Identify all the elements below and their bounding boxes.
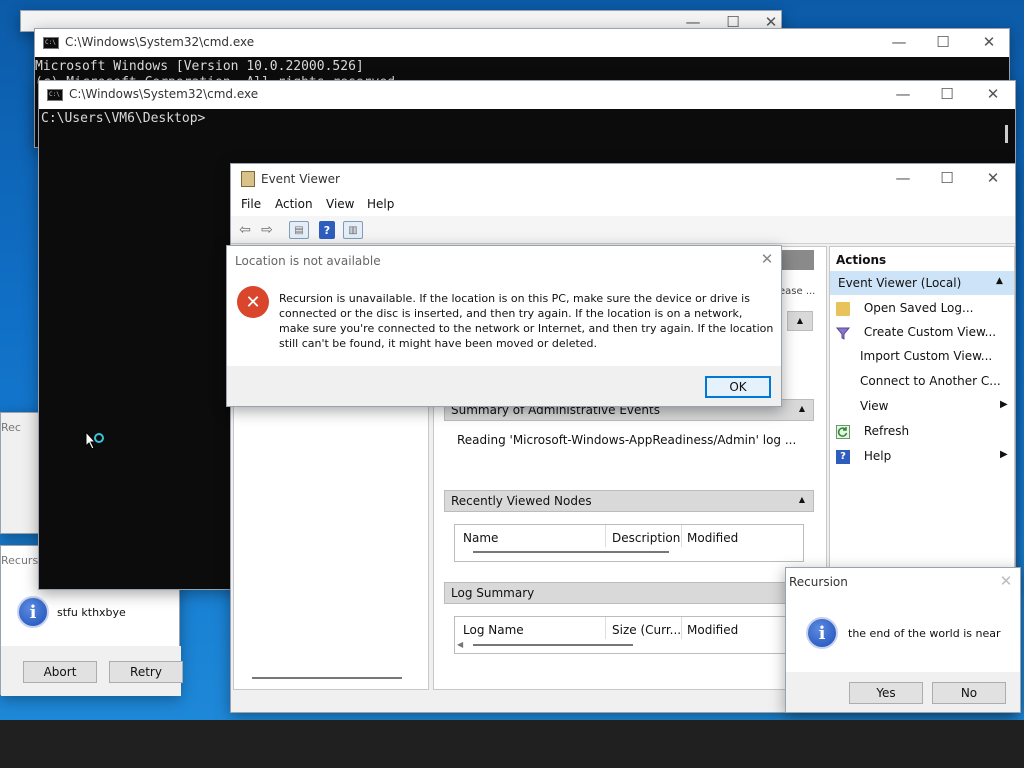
- folder-icon: [836, 301, 850, 316]
- action-label: View: [860, 399, 889, 413]
- action-create-custom-view[interactable]: Create Custom View...: [835, 325, 997, 340]
- column-header-description[interactable]: Description: [612, 531, 680, 545]
- collapse-arrow-icon: ▲: [798, 404, 805, 413]
- minimize-icon[interactable]: —: [891, 169, 915, 187]
- scroll-left-icon[interactable]: ◀: [457, 640, 463, 649]
- dialog-message: Recursion is unavailable. If the locatio…: [279, 292, 774, 350]
- action-label: Import Custom View...: [860, 349, 993, 363]
- yes-button[interactable]: Yes: [849, 682, 923, 704]
- location-error-dialog[interactable]: Location is not available ✕ ✕ Recursion …: [226, 245, 782, 407]
- filter-icon: [835, 326, 851, 340]
- info-icon: i: [806, 617, 838, 649]
- toolbar: ⇦ ⇨ ▤ ? ▥: [231, 216, 1015, 244]
- menu-help[interactable]: Help: [367, 197, 394, 211]
- dialog-title: Recursion: [789, 575, 848, 589]
- section-title: Log Summary: [451, 586, 535, 600]
- dialog-title: Location is not available: [235, 254, 381, 268]
- recent-nodes-table[interactable]: Name Description Modified: [454, 524, 804, 562]
- column-header-size[interactable]: Size (Curr...: [612, 623, 681, 637]
- error-icon: ✕: [237, 286, 269, 318]
- show-tree-icon[interactable]: ▤: [289, 221, 309, 239]
- minimize-icon[interactable]: —: [891, 85, 915, 103]
- menu-bar: File Action View Help: [231, 192, 1015, 216]
- column-header-modified[interactable]: Modified: [687, 531, 738, 545]
- action-label: Create Custom View...: [863, 325, 997, 339]
- scrollbar[interactable]: [1005, 125, 1008, 143]
- action-label: Connect to Another C...: [860, 374, 1001, 388]
- help-icon[interactable]: ?: [319, 221, 335, 239]
- scrollbar[interactable]: [473, 551, 669, 553]
- submenu-arrow-icon: ▶: [1000, 449, 1008, 460]
- dialog-title-fragment: Rec: [1, 421, 21, 434]
- help-icon: ?: [836, 449, 850, 464]
- reading-status: Reading 'Microsoft-Windows-AppReadiness/…: [457, 433, 797, 447]
- console-line: Microsoft Windows [Version 10.0.22000.52…: [35, 59, 364, 74]
- close-icon[interactable]: ✕: [755, 250, 779, 268]
- minimize-icon[interactable]: —: [887, 33, 911, 51]
- menu-action[interactable]: Action: [275, 197, 313, 211]
- menu-view[interactable]: View: [326, 197, 354, 211]
- section-title: Recently Viewed Nodes: [451, 494, 592, 508]
- scrollbar[interactable]: [252, 677, 402, 679]
- submenu-arrow-icon: ▶: [1000, 399, 1008, 410]
- window-title: C:\Windows\System32\cmd.exe: [65, 35, 255, 49]
- collapse-arrow-icon: ▲: [798, 495, 805, 504]
- recently-viewed-header[interactable]: Recently Viewed Nodes ▲: [444, 490, 814, 512]
- close-icon[interactable]: ✕: [994, 572, 1018, 590]
- maximize-icon[interactable]: ☐: [931, 33, 955, 51]
- action-help[interactable]: ? Help ▶: [836, 449, 1010, 464]
- maximize-icon[interactable]: ☐: [935, 169, 959, 187]
- forward-arrow-icon[interactable]: ⇨: [257, 221, 277, 239]
- refresh-icon: [836, 424, 850, 439]
- column-header-modified[interactable]: Modified: [687, 623, 738, 637]
- column-header-name[interactable]: Name: [463, 531, 498, 545]
- action-connect-another[interactable]: Connect to Another C...: [860, 374, 1001, 388]
- busy-cursor-icon: [85, 430, 105, 453]
- collapse-button[interactable]: ▲: [787, 311, 813, 331]
- dialog-message: the end of the world is near: [848, 627, 1001, 640]
- taskbar: [0, 720, 1024, 768]
- abort-button[interactable]: Abort: [23, 661, 97, 683]
- console-prompt: C:\Users\VM6\Desktop>: [41, 111, 206, 126]
- show-action-pane-icon[interactable]: ▥: [343, 221, 363, 239]
- actions-group-header[interactable]: Event Viewer (Local) ▲: [830, 271, 1014, 295]
- event-viewer-icon: [241, 171, 255, 187]
- menu-file[interactable]: File: [241, 197, 261, 211]
- action-view[interactable]: View ▶: [860, 399, 1010, 413]
- close-icon[interactable]: ✕: [977, 33, 1001, 51]
- back-arrow-icon[interactable]: ⇦: [235, 221, 255, 239]
- log-summary-header[interactable]: Log Summary: [444, 582, 814, 604]
- window-title: Event Viewer: [261, 172, 340, 186]
- collapse-arrow-icon: ▲: [996, 276, 1003, 286]
- column-header-log-name[interactable]: Log Name: [463, 623, 524, 637]
- action-import-custom-view[interactable]: Import Custom View...: [860, 349, 992, 363]
- no-button[interactable]: No: [932, 682, 1006, 704]
- maximize-icon[interactable]: ☐: [935, 85, 959, 103]
- action-label: Refresh: [863, 424, 910, 438]
- action-refresh[interactable]: Refresh: [836, 424, 909, 439]
- log-summary-table[interactable]: Log Name Size (Curr... Modified ◀ ▶: [454, 616, 814, 654]
- actions-group-label: Event Viewer (Local): [838, 276, 962, 290]
- cmd-icon: C:\: [43, 37, 59, 49]
- close-icon[interactable]: ✕: [981, 169, 1005, 187]
- action-label: Open Saved Log...: [863, 301, 974, 315]
- actions-header: Actions: [836, 253, 887, 267]
- close-icon[interactable]: ✕: [981, 85, 1005, 103]
- scrollbar[interactable]: [473, 644, 633, 646]
- cmd-icon: C:\: [47, 89, 63, 101]
- overview-partial-text: ease ...: [779, 286, 816, 297]
- dialog-footer: [227, 366, 781, 406]
- dialog-message: stfu kthxbye: [57, 606, 126, 619]
- ok-button[interactable]: OK: [705, 376, 771, 398]
- action-open-saved-log[interactable]: Open Saved Log...: [836, 301, 973, 316]
- action-label: Help: [863, 449, 892, 463]
- retry-button[interactable]: Retry: [109, 661, 183, 683]
- info-icon: i: [17, 596, 49, 628]
- recursion-dialog[interactable]: Recursion ✕ i the end of the world is ne…: [785, 567, 1021, 713]
- window-title: C:\Windows\System32\cmd.exe: [69, 87, 259, 101]
